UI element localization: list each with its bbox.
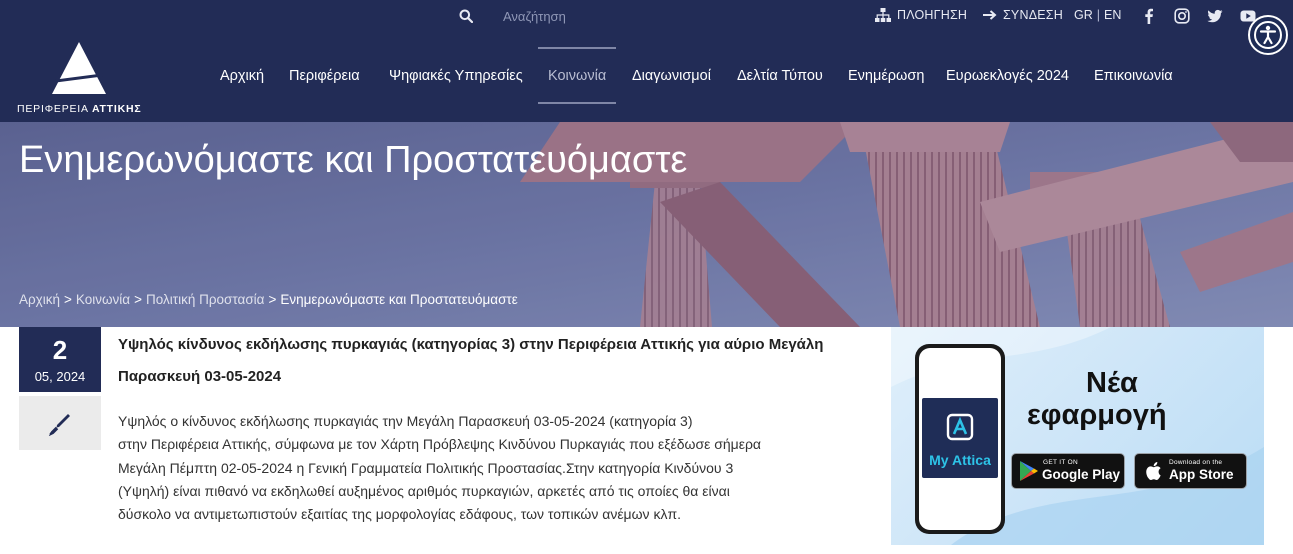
lang-separator: |	[1096, 8, 1100, 22]
arrow-right-icon	[983, 10, 997, 20]
accessibility-button[interactable]	[1248, 15, 1288, 55]
post-excerpt-line: (Υψηλή) είναι πιθανό να εκδηλωθεί αυξημέ…	[118, 482, 730, 499]
app-store-small-text: Download on the	[1169, 459, 1223, 466]
phone-mockup: My Attica	[915, 344, 1005, 534]
breadcrumb-civil-protection[interactable]: Πολιτική Προστασία	[146, 292, 264, 307]
sitemap-link[interactable]: ΠΛΟΗΓΗΣΗ	[875, 8, 967, 22]
google-play-big-text: Google Play	[1042, 467, 1121, 482]
search-icon[interactable]	[459, 9, 473, 23]
my-attica-logo-icon	[946, 413, 974, 441]
breadcrumb-separator: >	[268, 292, 277, 307]
nav-item-euroelections[interactable]: Ευρωεκλογές 2024	[946, 68, 1069, 84]
app-store-big-text: App Store	[1169, 467, 1234, 482]
post-date-badge: 2 05, 2024	[19, 327, 101, 392]
post-excerpt: Υψηλός ο κίνδυνος εκδήλωσης πυρκαγιάς τη…	[118, 410, 808, 526]
language-switcher: GR | EN	[1074, 8, 1121, 22]
post-excerpt-line: Υψηλός ο κίνδυνος εκδήλωσης πυρκαγιάς τη…	[118, 413, 693, 429]
post-format-badge[interactable]	[19, 396, 101, 450]
post-date-month-year: 05, 2024	[34, 369, 86, 384]
phone-screen: My Attica	[919, 348, 1001, 530]
nav-item-region[interactable]: Περιφέρεια	[289, 68, 360, 84]
nav-item-press-releases[interactable]: Δελτία Τύπου	[737, 68, 823, 84]
nav-active-indicator-bottom	[538, 102, 616, 104]
login-link[interactable]: ΣΥΝΔΕΣΗ	[983, 8, 1063, 22]
banner-headline-new: Νέα	[1086, 367, 1138, 399]
breadcrumb-separator: >	[134, 292, 143, 307]
logo-text: ΠΕΡΙΦΕΡΕΙΑ ΑΤΤΙΚΗΣ	[17, 103, 142, 115]
pen-icon	[48, 414, 70, 436]
site-logo[interactable]: ΠΕΡΙΦΕΡΕΙΑ ΑΤΤΙΚΗΣ	[17, 42, 141, 117]
breadcrumb-society[interactable]: Κοινωνία	[76, 292, 130, 307]
app-name: My Attica	[929, 452, 991, 468]
google-play-badge[interactable]: GET IT ON Google Play	[1011, 453, 1125, 489]
nav-active-indicator-top	[538, 47, 616, 49]
my-attica-app-banner[interactable]: My Attica Νέα εφαρμογή GET IT ON Google …	[891, 327, 1264, 545]
banner-headline-app: εφαρμογή	[1027, 399, 1167, 431]
apple-icon	[1146, 462, 1161, 481]
lang-en-link[interactable]: EN	[1104, 8, 1121, 22]
nav-item-contact[interactable]: Επικοινωνία	[1094, 68, 1173, 84]
lang-gr-link[interactable]: GR	[1074, 8, 1093, 22]
instagram-icon[interactable]	[1174, 8, 1190, 24]
main-navigation: ΠΕΡΙΦΕΡΕΙΑ ΑΤΤΙΚΗΣ Αρχική Περιφέρεια Ψηφ…	[0, 31, 1293, 122]
breadcrumb-separator: >	[64, 292, 72, 307]
nav-item-digital-services[interactable]: Ψηφιακές Υπηρεσίες	[389, 68, 523, 84]
post-title[interactable]: Υψηλός κίνδυνος εκδήλωσης πυρκαγιάς (κατ…	[118, 329, 838, 393]
nav-item-home[interactable]: Αρχική	[220, 68, 264, 84]
google-play-icon	[1020, 461, 1038, 481]
nav-item-tenders[interactable]: Διαγωνισμοί	[632, 68, 711, 84]
post-excerpt-line: δύσκολο να αντιμετωπιστούν εξαιτίας της …	[118, 506, 681, 523]
search-input[interactable]	[495, 6, 675, 26]
google-play-small-text: GET IT ON	[1043, 459, 1078, 466]
breadcrumb-current: Ενημερωνόμαστε και Προστατευόμαστε	[280, 292, 518, 307]
post-date-day: 2	[52, 335, 68, 365]
app-store-badge[interactable]: Download on the App Store	[1134, 453, 1247, 489]
breadcrumb-home[interactable]: Αρχική	[19, 292, 60, 307]
hero-banner: Ενημερωνόμαστε και Προστατευόμαστε Αρχικ…	[0, 122, 1293, 327]
app-logo-tile: My Attica	[922, 398, 998, 478]
login-label: ΣΥΝΔΕΣΗ	[1003, 8, 1063, 22]
post-excerpt-line: στην Περιφέρεια Αττικής, σύμφωνα με τον …	[118, 436, 762, 453]
nav-item-society[interactable]: Κοινωνία	[548, 68, 606, 84]
top-utility-bar: ΠΛΟΗΓΗΣΗ ΣΥΝΔΕΣΗ GR | EN	[0, 0, 1293, 31]
sitemap-label: ΠΛΟΗΓΗΣΗ	[897, 8, 968, 22]
page-title: Ενημερωνόμαστε και Προστατευόμαστε	[19, 139, 688, 181]
post-excerpt-line: Μεγάλη Πέμπτη 02-05-2024 η Γενική Γραμμα…	[118, 459, 734, 476]
accessibility-icon	[1254, 21, 1282, 49]
twitter-icon[interactable]	[1207, 8, 1223, 24]
sitemap-icon	[875, 8, 891, 22]
breadcrumb: Αρχική > Κοινωνία > Πολιτική Προστασία >…	[19, 292, 518, 307]
nav-item-news[interactable]: Ενημέρωση	[848, 68, 924, 84]
logo-triangle-icon	[52, 42, 106, 94]
facebook-icon[interactable]	[1141, 8, 1157, 24]
